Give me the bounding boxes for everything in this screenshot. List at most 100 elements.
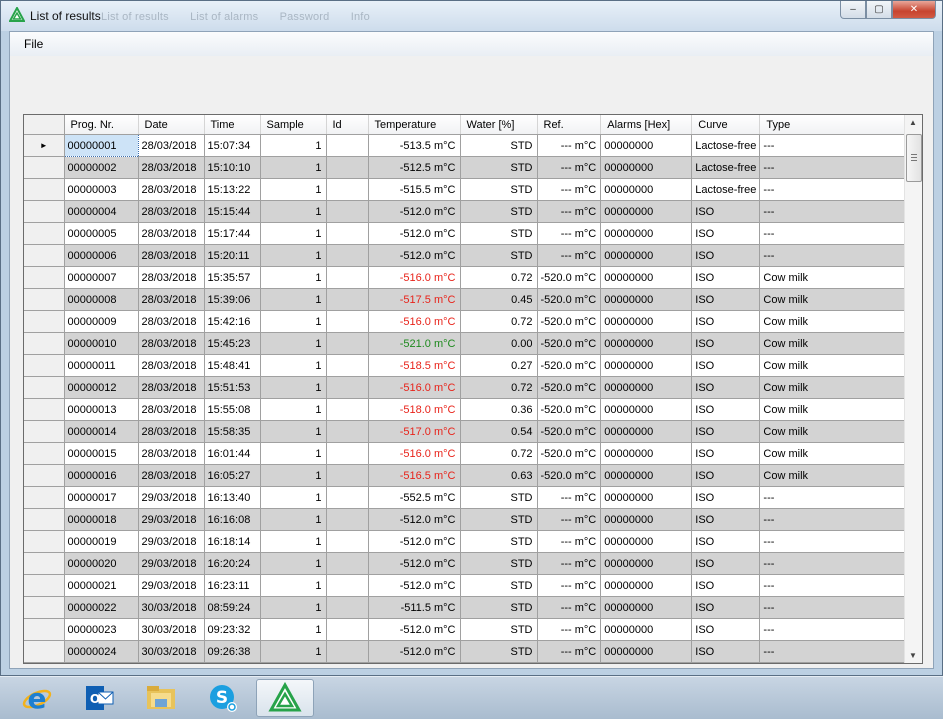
table-cell[interactable]: 16:05:27 [204,464,261,487]
title-bar[interactable]: List of results List of results List of … [1,1,942,31]
table-cell[interactable]: 1 [260,156,327,179]
table-cell[interactable]: -520.0 m°C [537,376,602,399]
table-cell[interactable]: 1 [260,442,327,465]
table-cell[interactable]: 08:59:24 [204,596,261,619]
table-cell[interactable]: STD [460,244,538,267]
row-header[interactable] [24,486,65,509]
table-cell[interactable]: -512.0 m°C [368,618,461,641]
table-cell[interactable]: 00000000 [600,156,693,179]
table-cell[interactable]: 00000000 [600,596,693,619]
table-cell[interactable]: Cow milk [759,332,913,355]
table-cell[interactable] [326,200,369,223]
table-cell[interactable]: -552.5 m°C [368,486,461,509]
table-cell[interactable]: Cow milk [759,442,913,465]
table-cell[interactable]: 16:13:40 [204,486,261,509]
table-row[interactable]: 00000023 30/03/2018 09:23:32 1 -512.0 m°C STD… [24,618,913,641]
row-header[interactable] [24,200,65,223]
table-cell[interactable]: -515.5 m°C [368,178,461,201]
table-cell[interactable]: STD [460,618,538,641]
table-cell[interactable]: 00000018 [64,508,139,531]
table-cell[interactable]: -516.0 m°C [368,266,461,289]
row-header[interactable]: ► [24,134,65,157]
table-cell[interactable]: 16:18:14 [204,530,261,553]
column-header[interactable]: Ref. [537,115,602,135]
table-cell[interactable]: 1 [260,134,327,157]
table-cell[interactable]: 00000001 [63,134,139,157]
table-cell[interactable]: --- [759,596,913,619]
table-cell[interactable]: 00000000 [600,486,693,509]
table-cell[interactable]: 0.00 [460,332,538,355]
table-cell[interactable]: ISO [691,200,761,223]
table-cell[interactable]: 1 [260,376,327,399]
table-row[interactable]: 00000021 29/03/2018 16:23:11 1 -512.0 m°C STD… [24,574,913,597]
table-cell[interactable]: -517.0 m°C [368,420,461,443]
row-header[interactable] [24,420,65,443]
table-cell[interactable]: 00000000 [600,310,693,333]
table-cell[interactable]: 1 [260,420,327,443]
table-cell[interactable]: Lactose-free [691,156,761,179]
table-cell[interactable]: 00000002 [64,156,139,179]
table-cell[interactable] [326,464,369,487]
table-cell[interactable]: -512.0 m°C [368,574,461,597]
table-cell[interactable]: --- m°C [537,508,602,531]
table-cell[interactable]: 15:39:06 [204,288,261,311]
table-cell[interactable]: 1 [260,464,327,487]
row-header[interactable] [24,332,65,355]
table-cell[interactable]: STD [460,596,538,619]
table-cell[interactable]: 00000017 [64,486,139,509]
table-cell[interactable]: -518.5 m°C [368,354,461,377]
row-header[interactable] [24,574,65,597]
table-cell[interactable]: 29/03/2018 [138,486,205,509]
table-cell[interactable]: 0.72 [460,376,538,399]
table-cell[interactable]: --- m°C [537,134,602,157]
table-cell[interactable]: 28/03/2018 [138,200,205,223]
table-cell[interactable]: STD [460,640,538,663]
table-cell[interactable]: -520.0 m°C [537,442,602,465]
row-header[interactable] [24,178,65,201]
taskbar-results-app[interactable] [256,679,314,717]
taskbar-file-explorer[interactable] [132,679,190,717]
table-cell[interactable]: 29/03/2018 [138,508,205,531]
table-cell[interactable]: 1 [260,640,327,663]
column-header[interactable]: Type [759,115,913,135]
table-cell[interactable]: Cow milk [759,420,913,443]
column-header[interactable]: Alarms [Hex] [600,115,693,135]
table-cell[interactable] [326,156,369,179]
column-header[interactable]: Time [204,115,261,135]
table-cell[interactable]: 00000014 [64,420,139,443]
table-cell[interactable]: --- [759,618,913,641]
table-cell[interactable]: STD [460,530,538,553]
table-cell[interactable]: 0.45 [460,288,538,311]
table-cell[interactable]: STD [460,222,538,245]
table-cell[interactable]: ISO [691,486,761,509]
table-cell[interactable]: ISO [691,618,761,641]
table-cell[interactable]: 00000000 [600,354,693,377]
table-cell[interactable]: 00000004 [64,200,139,223]
table-cell[interactable]: --- m°C [537,178,602,201]
table-cell[interactable]: 0.54 [460,420,538,443]
table-cell[interactable]: STD [460,552,538,575]
table-cell[interactable]: -512.0 m°C [368,552,461,575]
table-cell[interactable]: 15:45:23 [204,332,261,355]
table-cell[interactable]: -512.0 m°C [368,244,461,267]
table-cell[interactable]: -512.0 m°C [368,530,461,553]
table-cell[interactable]: ISO [691,442,761,465]
table-cell[interactable]: --- [759,640,913,663]
table-row[interactable]: ► 00000001 28/03/2018 15:07:34 1 -513.5 m°C ST… [24,134,913,157]
table-cell[interactable]: 00000000 [600,640,693,663]
table-cell[interactable]: Cow milk [759,354,913,377]
table-cell[interactable]: 00000000 [600,552,693,575]
table-cell[interactable]: STD [460,574,538,597]
table-cell[interactable]: -512.0 m°C [368,508,461,531]
table-cell[interactable]: 28/03/2018 [138,332,205,355]
table-cell[interactable]: --- m°C [537,552,602,575]
column-header[interactable]: Date [138,115,205,135]
table-cell[interactable] [326,486,369,509]
table-cell[interactable]: 15:48:41 [204,354,261,377]
table-cell[interactable]: 00000000 [600,574,693,597]
table-cell[interactable]: -520.0 m°C [537,464,602,487]
table-cell[interactable] [326,244,369,267]
table-cell[interactable] [326,398,369,421]
table-cell[interactable]: 00000022 [64,596,139,619]
table-cell[interactable]: -516.0 m°C [368,310,461,333]
